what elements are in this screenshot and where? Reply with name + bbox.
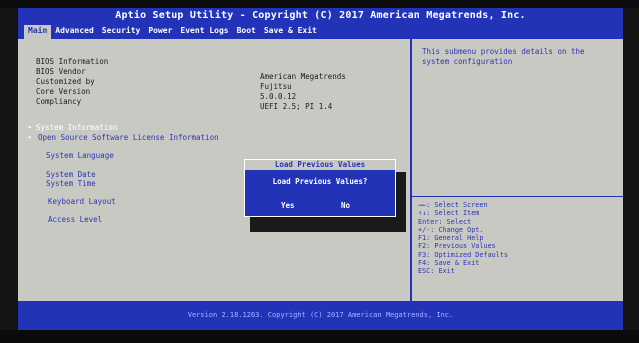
key-hint: F3: Optimized Defaults [418, 250, 509, 259]
tab-security[interactable]: Security [98, 25, 145, 39]
tab-event-logs[interactable]: Event Logs [176, 25, 232, 39]
tab-bar: Main Advanced Security Power Event Logs … [24, 25, 321, 39]
help-separator [412, 196, 623, 197]
key-hint: ↑↓: Select Item [418, 209, 480, 218]
menu-system-date[interactable]: System Date [46, 170, 96, 179]
tab-save-exit[interactable]: Save & Exit [260, 25, 321, 39]
menu-keyboard-layout[interactable]: Keyboard Layout [48, 197, 116, 206]
tab-boot[interactable]: Boot [233, 25, 260, 39]
app-title: Aptio Setup Utility - Copyright (C) 2017… [115, 10, 526, 21]
monitor-bezel-bottom [0, 330, 639, 343]
title-bar: Aptio Setup Utility - Copyright (C) 2017… [18, 8, 623, 39]
menu-system-language[interactable]: System Language [46, 151, 114, 160]
menu-system-information[interactable]: System Information [36, 123, 117, 132]
help-description: This submenu provides details on the sys… [422, 47, 585, 66]
key-legend: →←: Select Screen ↑↓: Select Item Enter:… [418, 201, 508, 276]
key-hint: F4: Save & Exit [418, 259, 480, 268]
submenu-arrow-icon: ▸ [28, 123, 33, 131]
compliancy-value: UEFI 2.5; PI 1.4 [260, 102, 333, 111]
menu-system-time[interactable]: System Time [46, 179, 96, 188]
core-version-value: 5.0.0.12 [260, 92, 297, 101]
tab-power[interactable]: Power [144, 25, 176, 39]
key-hint: →←: Select Screen [418, 201, 488, 209]
key-hint: F1: General Help [418, 234, 484, 243]
customized-by-label: Customized by [36, 77, 95, 86]
bios-information-heading: BIOS Information [36, 57, 109, 66]
bios-screen: Aptio Setup Utility - Copyright (C) 2017… [18, 8, 623, 330]
key-hint: ESC: Exit [418, 267, 455, 276]
monitor-bezel-top [0, 0, 639, 8]
menu-open-source-license[interactable]: Open Source Software License Information [38, 133, 219, 142]
version-footer: Version 2.18.1263. Copyright (C) 2017 Am… [187, 311, 454, 319]
help-pane: This submenu provides details on the sys… [412, 39, 623, 301]
tab-main[interactable]: Main [24, 25, 52, 39]
yes-button[interactable]: Yes [281, 201, 295, 210]
menu-access-level[interactable]: Access Level [48, 215, 102, 224]
customized-by-value: Fujitsu [260, 82, 292, 91]
bios-vendor-label: BIOS Vendor [36, 67, 86, 76]
dialog-message: Load Previous Values? [272, 177, 368, 186]
core-version-label: Core Version [36, 87, 91, 96]
submenu-arrow-icon: ▸ [28, 133, 33, 141]
key-hint: Enter: Select [418, 217, 472, 226]
dialog-title: Load Previous Values [245, 160, 395, 170]
key-hint: F2: Previous Values [418, 242, 496, 251]
load-previous-values-dialog: Load Previous Values Load Previous Value… [244, 159, 396, 217]
tab-advanced[interactable]: Advanced [51, 25, 98, 39]
no-button[interactable]: No [341, 201, 350, 210]
bios-vendor-value: American Megatrends [260, 72, 346, 81]
key-hint: +/-: Change Opt. [418, 225, 484, 234]
footer-bar: Version 2.18.1263. Copyright (C) 2017 Am… [18, 301, 623, 330]
compliancy-label: Compliancy [36, 97, 82, 106]
